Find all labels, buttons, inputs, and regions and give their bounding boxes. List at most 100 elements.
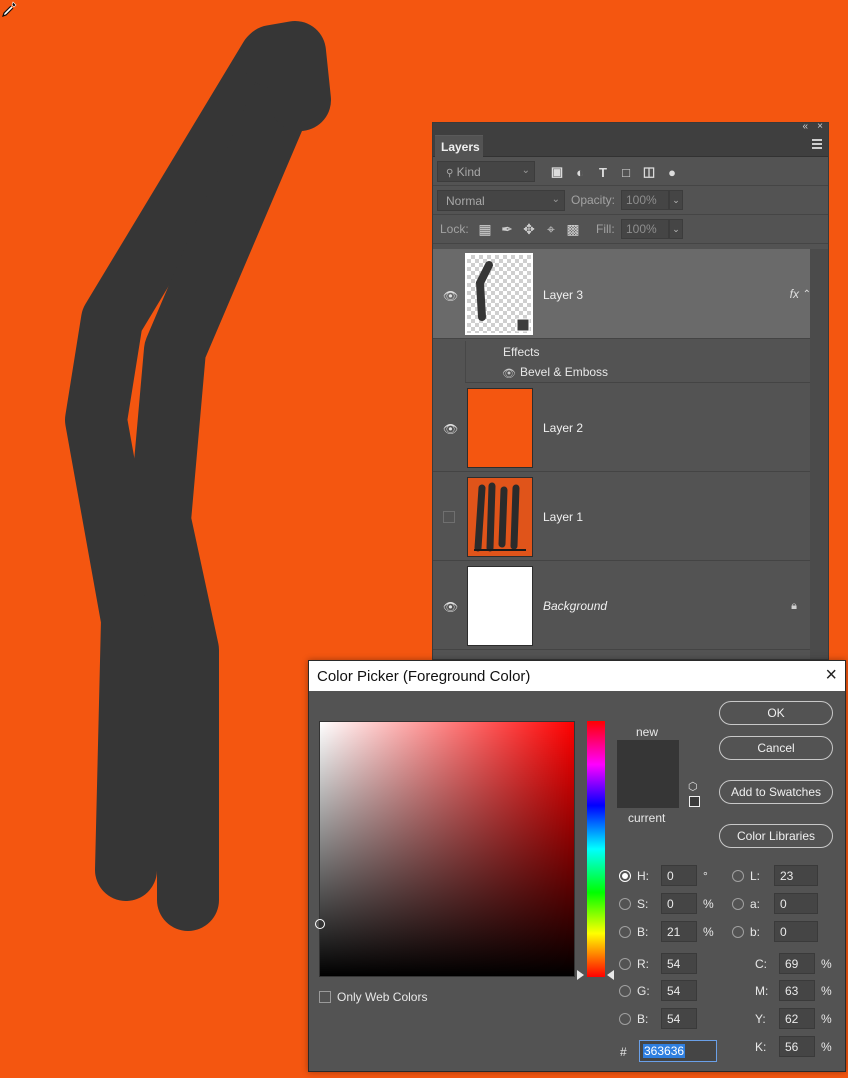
red-input[interactable]: 54	[661, 953, 697, 974]
layer-name[interactable]: Layer 1	[543, 510, 583, 524]
green-radio[interactable]	[619, 984, 631, 997]
panel-scrollbar[interactable]	[810, 249, 828, 659]
visibility-eye-icon[interactable]: 👁︎	[443, 423, 458, 435]
layer-thumbnail	[467, 566, 533, 646]
layer-name[interactable]: Background	[543, 599, 607, 613]
layer-row-layer-1[interactable]: Layer 1	[433, 473, 811, 561]
lab-l-input[interactable]: 23	[774, 865, 818, 886]
collapse-panel-icon[interactable]: «	[802, 121, 808, 132]
green-input[interactable]: 54	[661, 980, 697, 1001]
cancel-button[interactable]: Cancel	[719, 736, 833, 760]
red-radio[interactable]	[619, 957, 631, 970]
lock-artboard-icon[interactable]: ⌖	[543, 221, 559, 237]
hue-radio[interactable]	[619, 869, 631, 882]
blue-label: B:	[637, 1011, 649, 1026]
blend-row: Normal ⌄ Opacity: 100% ⌄	[433, 186, 828, 215]
visibility-toggle-empty[interactable]	[443, 511, 455, 523]
adjustment-filter-icon[interactable]: ◐	[572, 164, 588, 180]
visibility-eye-icon[interactable]: 👁︎	[443, 601, 458, 613]
layer-effects: Effects 👁︎ Bevel & Emboss	[465, 341, 811, 383]
hue-slider[interactable]	[587, 721, 605, 977]
lab-a-input[interactable]: 0	[774, 893, 818, 914]
effect-visibility-eye-icon[interactable]: 👁︎	[502, 367, 516, 380]
only-web-colors-checkbox[interactable]	[319, 991, 331, 1003]
cyan-field-row: C: 69 %	[755, 953, 833, 974]
yellow-input[interactable]: 62	[779, 1008, 815, 1029]
hex-label: #	[620, 1045, 627, 1059]
visibility-eye-icon[interactable]: 👁︎	[443, 290, 458, 302]
opacity-chevron-icon[interactable]: ⌄	[669, 190, 683, 210]
layer-thumbnail	[467, 477, 533, 557]
hue-slider-handle-left[interactable]	[577, 970, 584, 980]
yellow-unit: %	[821, 1011, 832, 1026]
lab-b-input[interactable]: 0	[774, 921, 818, 942]
tab-layers[interactable]: Layers	[435, 135, 483, 157]
saturation-input[interactable]: 0	[661, 893, 697, 914]
effects-label[interactable]: Effects	[503, 345, 539, 359]
add-to-swatches-button[interactable]: Add to Swatches	[719, 780, 833, 804]
lock-position-icon[interactable]: ✥	[521, 221, 537, 237]
lock-image-icon[interactable]: ✒	[499, 221, 515, 237]
layer-row-background[interactable]: 👁︎ Background 🔒︎	[433, 562, 811, 650]
lab-b-radio[interactable]	[732, 925, 744, 938]
layer-name[interactable]: Layer 2	[543, 421, 583, 435]
close-icon[interactable]: ×	[825, 664, 837, 687]
filter-toggle-icon[interactable]: ●	[664, 164, 680, 180]
lock-icon: 🔒︎	[791, 600, 797, 612]
pixel-filter-icon[interactable]: ▣	[549, 164, 565, 180]
blend-mode-value: Normal	[446, 194, 485, 208]
lock-all-icon[interactable]: ▩	[565, 221, 581, 237]
saturation-field-row: S: 0 %	[619, 893, 715, 914]
gamut-cube-icon[interactable]: ⬡	[688, 780, 698, 793]
color-libraries-button[interactable]: Color Libraries	[719, 824, 833, 848]
blue-field-row: B: 54	[619, 1008, 697, 1029]
effect-bevel-emboss[interactable]: Bevel & Emboss	[520, 365, 608, 379]
eyedropper-cursor-icon	[2, 1, 17, 17]
layer-row-layer-3[interactable]: 👁︎ Layer 3 fx ⌃	[433, 249, 811, 339]
saturation-radio[interactable]	[619, 897, 631, 910]
fx-icon[interactable]: fx	[790, 287, 799, 301]
filter-kind-dropdown[interactable]: ⚲ Kind ⌄	[437, 161, 535, 182]
black-input[interactable]: 56	[779, 1036, 815, 1057]
shape-filter-icon[interactable]: □	[618, 164, 634, 180]
current-color-swatch[interactable]	[617, 774, 679, 808]
hex-input[interactable]: 363636	[639, 1040, 717, 1062]
blue-radio[interactable]	[619, 1012, 631, 1025]
dialog-title: Color Picker (Foreground Color)	[317, 668, 531, 685]
yellow-field-row: Y: 62 %	[755, 1008, 833, 1029]
blend-mode-dropdown[interactable]: Normal ⌄	[437, 190, 565, 211]
websafe-color-icon[interactable]	[689, 796, 700, 807]
fill-chevron-icon[interactable]: ⌄	[669, 219, 683, 239]
smart-object-filter-icon[interactable]: ◫	[641, 164, 657, 180]
fill-input[interactable]: 100%	[621, 219, 669, 239]
stroke-thumbnail-icon	[475, 261, 530, 332]
artwork-thumbnail-icon	[474, 482, 526, 552]
color-field-marker[interactable]	[315, 919, 325, 929]
saturation-brightness-field[interactable]	[315, 721, 575, 977]
opacity-input[interactable]: 100%	[621, 190, 669, 210]
blue-input[interactable]: 54	[661, 1008, 697, 1029]
black-label: K:	[755, 1039, 767, 1054]
hex-value: 363636	[643, 1044, 686, 1058]
panel-menu-icon[interactable]	[812, 139, 822, 151]
magenta-input[interactable]: 63	[779, 980, 815, 1001]
type-filter-icon[interactable]: T	[595, 164, 611, 180]
lab-a-radio[interactable]	[732, 897, 744, 910]
lab-b-label: b:	[750, 924, 761, 939]
ok-button[interactable]: OK	[719, 701, 833, 725]
hue-input[interactable]: 0	[661, 865, 697, 886]
brightness-input[interactable]: 21	[661, 921, 697, 942]
layer-thumbnail	[467, 388, 533, 468]
cyan-input[interactable]: 69	[779, 953, 815, 974]
saturation-unit: %	[703, 896, 714, 911]
hue-slider-handle-right[interactable]	[607, 970, 614, 980]
green-field-row: G: 54	[619, 980, 697, 1001]
layer-row-layer-2[interactable]: 👁︎ Layer 2	[433, 384, 811, 472]
only-web-colors-option[interactable]: Only Web Colors	[319, 990, 427, 1004]
layer-name[interactable]: Layer 3	[543, 288, 583, 302]
lab-l-radio[interactable]	[732, 869, 744, 882]
lock-transparency-icon[interactable]: ▦	[477, 221, 493, 237]
close-panel-icon[interactable]: ×	[817, 121, 823, 132]
yellow-label: Y:	[755, 1011, 766, 1026]
brightness-radio[interactable]	[619, 925, 631, 938]
